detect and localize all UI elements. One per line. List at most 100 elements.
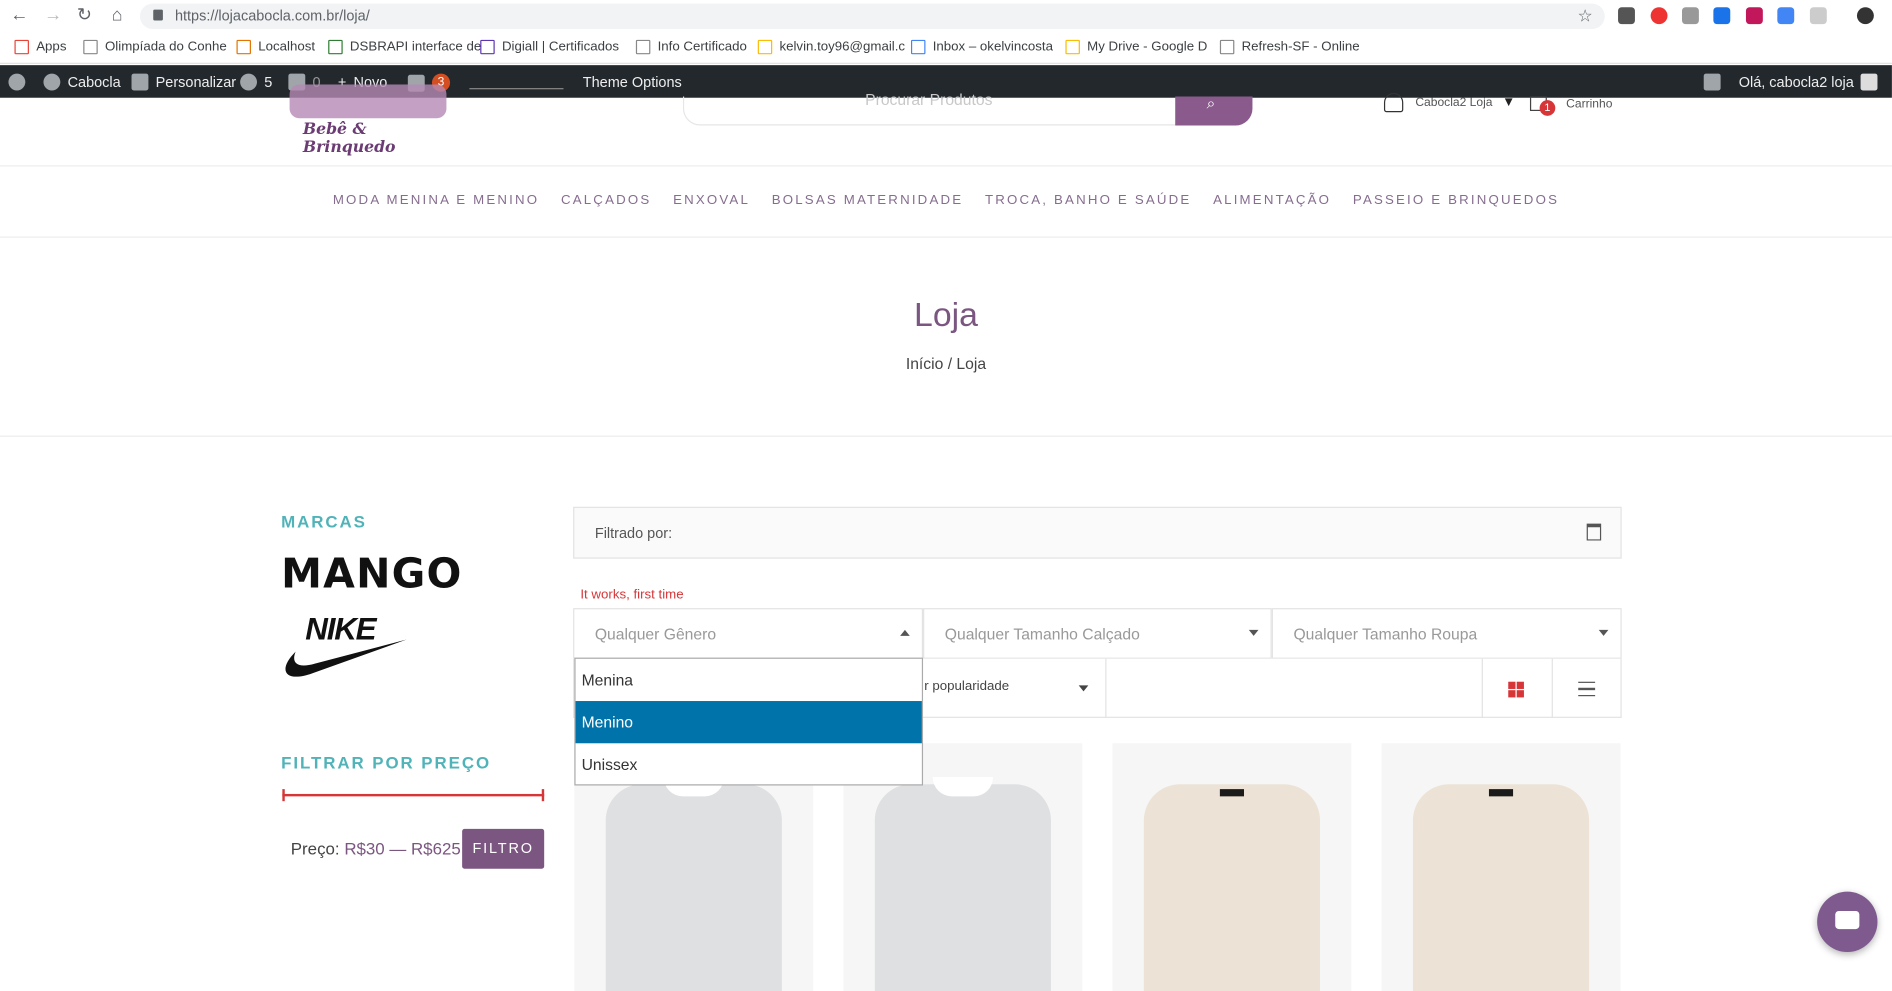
option-unissex[interactable]: Unissex bbox=[576, 743, 922, 785]
gender-value: Qualquer Gênero bbox=[594, 625, 717, 644]
bookmark-label: Refresh-SF - Online bbox=[1241, 39, 1360, 55]
chat-button[interactable] bbox=[1817, 891, 1878, 953]
divider bbox=[1551, 658, 1553, 718]
page-title: Loja bbox=[914, 295, 978, 334]
pocket-icon[interactable] bbox=[1618, 7, 1635, 25]
notification-icon[interactable] bbox=[1703, 73, 1721, 91]
bookmark-item[interactable]: Refresh-SF - Online bbox=[1219, 39, 1360, 55]
bookmark-item[interactable]: Localhost bbox=[236, 39, 316, 55]
customize-link[interactable]: Personalizar bbox=[131, 73, 237, 91]
trash-icon[interactable] bbox=[1586, 523, 1602, 541]
filter-button[interactable]: FILTRO bbox=[462, 828, 545, 869]
active-filters: Filtrado por: bbox=[573, 506, 1622, 559]
menu-item[interactable]: TROCA, BANHO E SAÚDE bbox=[985, 193, 1191, 207]
product-image bbox=[1412, 784, 1590, 991]
bookmark-item[interactable]: Olimpíada do Conhe bbox=[83, 39, 227, 55]
gender-dropdown: Menina Menino Unissex bbox=[574, 657, 924, 786]
opera-icon[interactable] bbox=[1650, 7, 1668, 25]
product-card[interactable] bbox=[1381, 743, 1621, 991]
browser-toolbar: ← → ↻ ⌂ https://lojacabocla.com.br/loja/… bbox=[0, 0, 1892, 33]
cast-icon[interactable] bbox=[1809, 7, 1827, 25]
sort-select[interactable]: r popularidade bbox=[924, 679, 1009, 693]
account-label: Cabocla2 Loja bbox=[1415, 95, 1493, 110]
chevron-down-icon bbox=[1078, 685, 1089, 692]
bookmark-item[interactable]: kelvin.toy96@gmail.c bbox=[757, 39, 906, 55]
bookmark-label: kelvin.toy96@gmail.c bbox=[779, 39, 906, 55]
list-view-icon[interactable] bbox=[1578, 681, 1596, 697]
divider bbox=[1481, 658, 1483, 718]
breadcrumb: Início / Loja bbox=[905, 354, 987, 373]
menu-item[interactable]: CALÇADOS bbox=[561, 193, 651, 207]
brand-mango[interactable]: MANGO bbox=[281, 550, 462, 598]
slider-handle-min[interactable] bbox=[282, 789, 285, 802]
bookmark-star-icon[interactable]: ☆ bbox=[1578, 6, 1593, 27]
cart-link[interactable]: 1 Carrinho bbox=[1529, 96, 1612, 116]
theme-options-link[interactable]: Theme Options bbox=[583, 74, 682, 91]
my-account-link[interactable]: Olá, cabocla2 loja bbox=[1738, 73, 1885, 91]
slider-handle-max[interactable] bbox=[541, 789, 545, 802]
profile-avatar[interactable] bbox=[1856, 7, 1874, 25]
price-filter-title: FILTRAR POR PREÇO bbox=[281, 752, 492, 773]
bookmark-item[interactable]: Digiall | Certificados bbox=[480, 39, 619, 55]
price-readout: Preço: R$30 — R$625 bbox=[291, 839, 461, 858]
dashboard-icon bbox=[43, 73, 61, 91]
brand-nike[interactable]: NIKE bbox=[281, 611, 407, 683]
bookmark-label: My Drive - Google D bbox=[1087, 39, 1208, 55]
wordpress-icon[interactable] bbox=[8, 73, 32, 91]
search-input[interactable]: Procurar Produtos bbox=[865, 90, 992, 108]
page-icon bbox=[1219, 39, 1235, 55]
product-image bbox=[605, 777, 782, 991]
grid-view-icon[interactable] bbox=[1508, 681, 1524, 698]
site-link[interactable]: Cabocla bbox=[43, 73, 121, 91]
site-logo[interactable]: Bebê & Brinquedo bbox=[285, 84, 454, 157]
back-icon[interactable]: ← bbox=[7, 5, 31, 27]
updates-link[interactable]: 5 bbox=[240, 73, 272, 91]
m-extension-icon[interactable] bbox=[1745, 7, 1763, 25]
divider bbox=[0, 165, 1892, 167]
bookmark-label: Localhost bbox=[258, 39, 316, 55]
menu-item[interactable]: BOLSAS MATERNIDADE bbox=[772, 193, 964, 207]
greeting-label: Olá, cabocla2 loja bbox=[1738, 73, 1854, 91]
menu-item[interactable]: MODA MENINA E MENINO bbox=[333, 193, 539, 207]
bookmark-item[interactable]: DSBRAPI interface de bbox=[328, 39, 481, 55]
bookmark-item[interactable]: Inbox – okelvincosta bbox=[910, 39, 1053, 55]
menu-item[interactable]: ALIMENTAÇÃO bbox=[1213, 193, 1331, 207]
price-range: R$30 — R$625 bbox=[344, 838, 461, 858]
brands-title: MARCAS bbox=[281, 511, 367, 531]
drive-icon bbox=[757, 39, 773, 55]
extension-icon[interactable] bbox=[1682, 7, 1699, 25]
option-menina[interactable]: Menina bbox=[576, 659, 922, 701]
lock-icon bbox=[153, 9, 163, 21]
url-text: https://lojacabocla.com.br/loja/ bbox=[174, 7, 370, 25]
activity-graph bbox=[469, 77, 564, 90]
option-menino[interactable]: Menino bbox=[575, 701, 922, 744]
home-icon[interactable]: ⌂ bbox=[105, 5, 129, 27]
menu-item[interactable]: ENXOVAL bbox=[673, 193, 750, 207]
cart-icon: 1 bbox=[1529, 96, 1556, 116]
search-button[interactable]: ⌕ bbox=[1175, 94, 1253, 126]
address-bar[interactable]: https://lojacabocla.com.br/loja/ ☆ bbox=[139, 3, 1605, 29]
new-extension-icon[interactable] bbox=[1713, 7, 1731, 25]
bookmark-item[interactable]: My Drive - Google D bbox=[1065, 39, 1208, 55]
menu-item[interactable]: PASSEIO E BRINQUEDOS bbox=[1353, 193, 1559, 207]
reload-icon[interactable]: ↻ bbox=[72, 5, 96, 27]
price-slider[interactable] bbox=[282, 789, 545, 802]
account-menu[interactable]: Cabocla2 Loja ▼ bbox=[1383, 92, 1515, 113]
product-image bbox=[874, 777, 1051, 991]
shoe-size-select[interactable]: Qualquer Tamanho Calçado bbox=[923, 608, 1272, 659]
forward-icon[interactable]: → bbox=[41, 5, 65, 27]
gender-select[interactable]: Qualquer Gênero bbox=[573, 608, 924, 659]
clothes-size-select[interactable]: Qualquer Tamanho Roupa bbox=[1271, 608, 1622, 659]
brush-icon bbox=[131, 73, 149, 91]
clothes-size-value: Qualquer Tamanho Roupa bbox=[1293, 625, 1478, 644]
chat-bubble-icon bbox=[1835, 910, 1860, 930]
drive-icon bbox=[1065, 39, 1080, 55]
bookmark-apps[interactable]: Apps bbox=[14, 39, 66, 55]
translate-icon[interactable] bbox=[1777, 7, 1795, 25]
bookmark-item[interactable]: Info Certificado bbox=[635, 39, 747, 55]
product-card[interactable] bbox=[1112, 743, 1352, 991]
filtered-by-label: Filtrado por: bbox=[594, 524, 673, 542]
updates-icon bbox=[240, 73, 258, 91]
customize-label: Personalizar bbox=[155, 73, 237, 91]
chevron-down-icon bbox=[1248, 629, 1259, 636]
